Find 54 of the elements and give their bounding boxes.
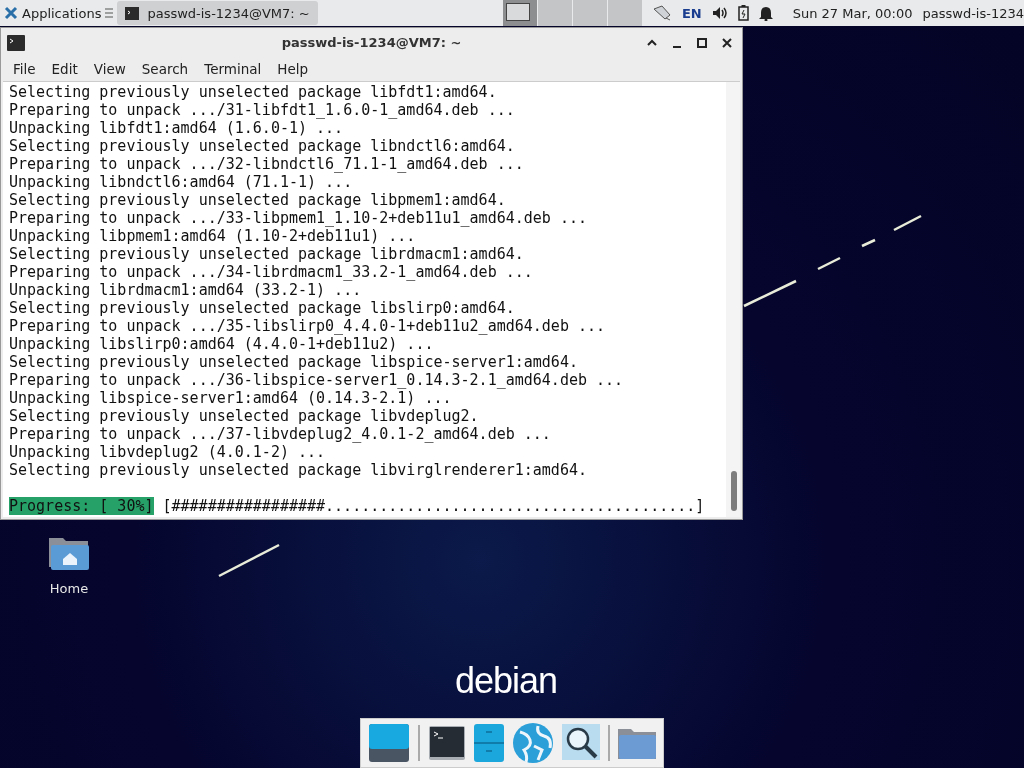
workspace-button[interactable]	[502, 0, 537, 26]
applications-menu-button[interactable]: Applications	[0, 0, 118, 26]
terminal-line: Selecting previously unselected package librdmacm1:amd64.	[9, 245, 525, 263]
progress-bar-text: [#################.........................................]	[162, 497, 705, 515]
menu-icon	[105, 8, 114, 18]
folder-icon[interactable]	[618, 727, 656, 759]
terminal-line: Selecting previously unselected package libfdt1:amd64.	[9, 83, 498, 101]
volume-icon[interactable]	[711, 6, 728, 20]
maximize-icon[interactable]	[696, 36, 708, 49]
menu-item[interactable]: File	[13, 61, 36, 77]
terminal-line: Selecting previously unselected package libvdeplug2.	[9, 407, 480, 425]
window-title: passwd-is-1234@VM7: ~	[281, 35, 462, 50]
battery-icon[interactable]	[737, 5, 749, 21]
terminal-line: Preparing to unpack .../35-libslirp0_4.4.0-1+deb11u2_amd64.deb ...	[9, 317, 607, 335]
terminal-line: Preparing to unpack .../34-librdmacm1_33.2-1_amd64.deb ...	[9, 263, 534, 281]
notification-bell-icon[interactable]	[758, 5, 773, 21]
terminal-line: Preparing to unpack .../36-libspice-server1_0.14.3-2.1_amd64.deb ...	[9, 371, 625, 389]
menu-item[interactable]: Search	[141, 61, 189, 77]
terminal-line: Preparing to unpack .../37-libvdeplug2_4.0.1-2_amd64.deb ...	[9, 425, 552, 443]
terminal-line: Selecting previously unselected package libpmem1:amd64.	[9, 191, 507, 209]
taskbar-window-button[interactable]: passwd-is-1234@VM7: ~	[117, 1, 318, 25]
menu-item[interactable]: Terminal	[204, 61, 262, 77]
terminal-line: Preparing to unpack .../33-libpmem1_1.10-2+deb11u1_amd64.deb ...	[9, 209, 588, 227]
globe-icon[interactable]	[512, 722, 554, 764]
terminal-line: Unpacking libspice-server1:amd64 (0.14.3-2.1) ...	[9, 389, 453, 407]
terminal-line: Selecting previously unselected package libndctl6:amd64.	[9, 137, 516, 155]
terminal-line: Unpacking libvdeplug2 (4.0.1-2) ...	[9, 443, 327, 461]
home-folder-icon[interactable]	[48, 535, 90, 571]
debian-logo-text: debian	[455, 660, 558, 702]
progress-label: Progress: [ 30%]	[9, 497, 154, 515]
terminal-line: Unpacking librdmacm1:amd64 (33.2-1) ...	[9, 281, 363, 299]
terminal-line: Unpacking libndctl6:amd64 (71.1-1) ...	[9, 173, 354, 191]
terminal-line: Selecting previously unselected package libspice-server1:amd64.	[9, 353, 579, 371]
keyboard-layout-label[interactable]: EN	[681, 5, 702, 21]
terminal-line: Unpacking libslirp0:amd64 (4.4.0-1+deb11u2) ...	[9, 335, 435, 353]
desktop-icon-label[interactable]: Home	[49, 581, 89, 596]
menu-item[interactable]: Edit	[51, 61, 78, 77]
terminal-line: Preparing to unpack .../32-libndctl6_71.1-1_amd64.deb ...	[9, 155, 525, 173]
terminal-icon[interactable]	[428, 725, 466, 761]
search-icon[interactable]	[562, 724, 600, 762]
terminal-icon	[125, 6, 140, 20]
close-icon[interactable]	[721, 36, 733, 49]
terminal-line: Unpacking libpmem1:amd64 (1.10-2+deb11u1) ...	[9, 227, 417, 245]
show-desktop-icon[interactable]	[368, 722, 410, 764]
terminal-line: Selecting previously unselected package libvirglrenderer1:amd64.	[9, 461, 588, 479]
user-menu-label[interactable]: passwd-is-1234	[922, 5, 1024, 21]
clock-label[interactable]: Sun 27 Mar, 00:00	[792, 5, 913, 21]
menu-item[interactable]: Help	[277, 61, 309, 77]
terminal-line: Unpacking libfdt1:amd64 (1.6.0-1) ...	[9, 119, 345, 137]
menu-item[interactable]: View	[93, 61, 126, 77]
scrollbar-thumb[interactable]	[731, 471, 737, 511]
terminal-icon	[7, 34, 25, 51]
terminal-line: Selecting previously unselected package libslirp0:amd64.	[9, 299, 516, 317]
terminal-line: Preparing to unpack .../31-libfdt1_1.6.0-1_amd64.deb ...	[9, 101, 516, 119]
